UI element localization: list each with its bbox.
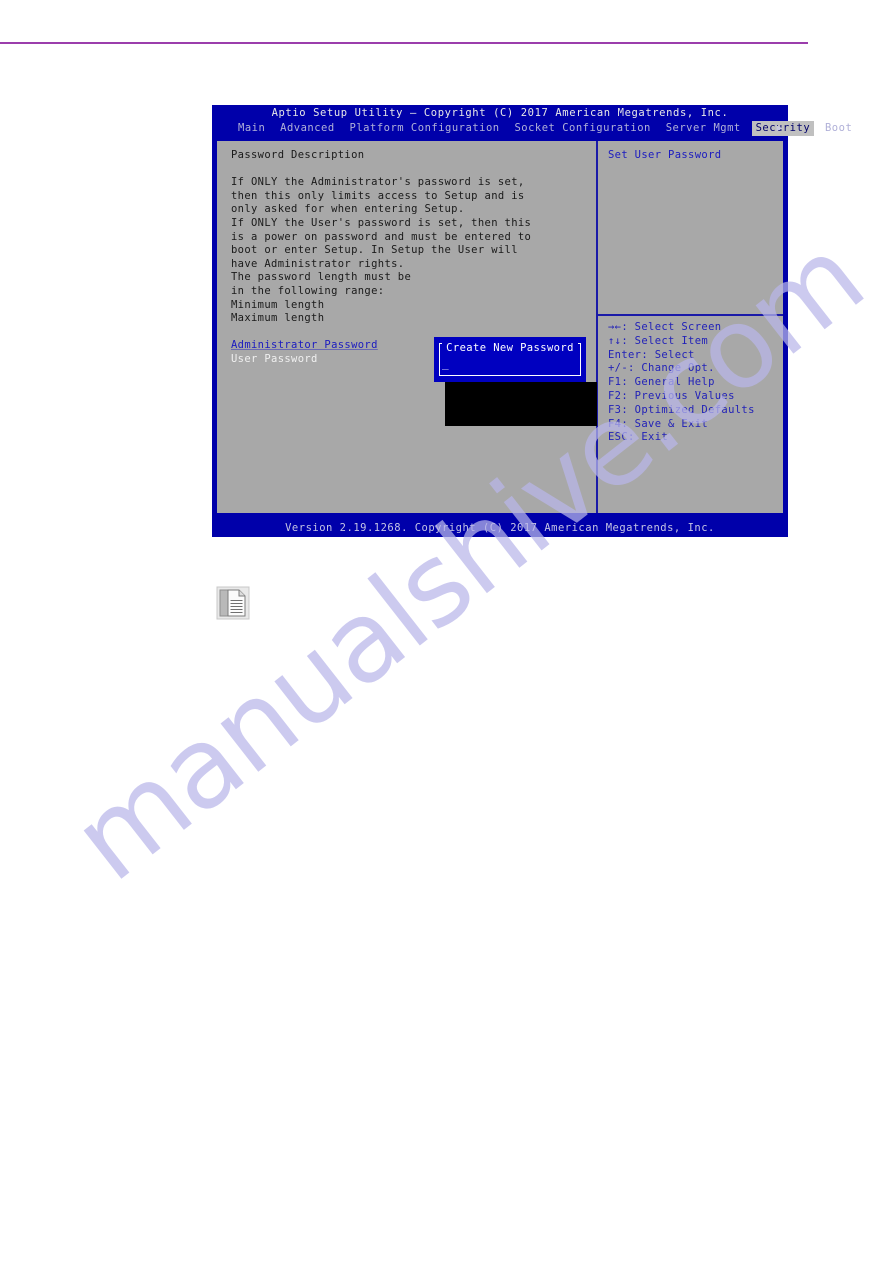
tab-advanced[interactable]: Advanced [276,121,339,136]
help-key-f4-save-exit: F4: Save & Exit [608,417,709,430]
tab-server-mgmt[interactable]: Server Mgmt [662,121,745,136]
help-title: Set User Password [608,149,722,161]
tab-socket-configuration[interactable]: Socket Configuration [510,121,654,136]
chevron-right-icon[interactable]: ▶ [776,121,783,136]
page-header-rule [0,42,808,44]
bios-body: Password Description If ONLY the Adminis… [214,138,786,516]
description-line: in the following range: [231,284,385,297]
tab-boot[interactable]: Boot [821,121,856,136]
dialog-frame: Create New Password _ [439,342,581,376]
dialog-title-text: Create New Password [442,342,578,354]
description-line: boot or enter Setup. In Setup the User w… [231,244,518,257]
description-line: If ONLY the Administrator's password is … [231,176,525,189]
maximum-length-label: Maximum length [231,312,325,325]
tab-main[interactable]: Main [234,121,269,136]
help-key-f1-general-help: F1: General Help [608,376,715,389]
dialog-drop-shadow [445,382,597,426]
dialog-title: Create New Password [440,342,580,354]
password-description-heading: Password Description [231,149,365,161]
help-key-change-opt: +/-: Change Opt. [608,362,715,375]
note-document-icon [216,586,250,620]
description-line: If ONLY the User's password is set, then… [231,216,532,229]
minimum-length-label: Minimum length [231,298,325,311]
create-new-password-dialog[interactable]: Create New Password _ [434,337,586,382]
help-key-f2-previous-values: F2: Previous Values [608,389,735,402]
description-line: then this only limits access to Setup an… [231,189,525,202]
bios-version-footer: Version 2.19.1268. Copyright (C) 2017 Am… [212,520,788,537]
description-line: have Administrator rights. [231,257,405,270]
help-key-f3-optimized-defaults: F3: Optimized Defaults [608,403,755,416]
password-input[interactable]: _ [442,358,449,370]
help-key-select-item: ↑↓: Select Item [608,334,709,347]
help-key-select-screen: →←: Select Screen [608,321,722,333]
help-separator [598,314,783,316]
text-cursor: _ [442,357,450,370]
description-line: only asked for when entering Setup. [231,203,465,216]
bios-setup-screenshot: Aptio Setup Utility – Copyright (C) 2017… [212,105,852,537]
description-line: The password length must be [231,271,412,284]
tab-platform-configuration[interactable]: Platform Configuration [346,121,504,136]
help-pane: Set User Password →←: Select Screen ↑↓: … [598,141,783,513]
password-settings-pane: Password Description If ONLY the Adminis… [217,141,596,513]
bios-title: Aptio Setup Utility – Copyright (C) 2017… [271,107,729,119]
help-key-legend: →←: Select Screen ↑↓: Select Item Enter:… [608,321,779,445]
help-key-esc-exit: ESC: Exit [608,431,669,444]
bios-menu-tabbar[interactable]: Main Advanced Platform Configuration Soc… [212,121,852,136]
description-line: is a power on password and must be enter… [231,230,532,243]
help-key-enter-select: Enter: Select [608,348,695,361]
